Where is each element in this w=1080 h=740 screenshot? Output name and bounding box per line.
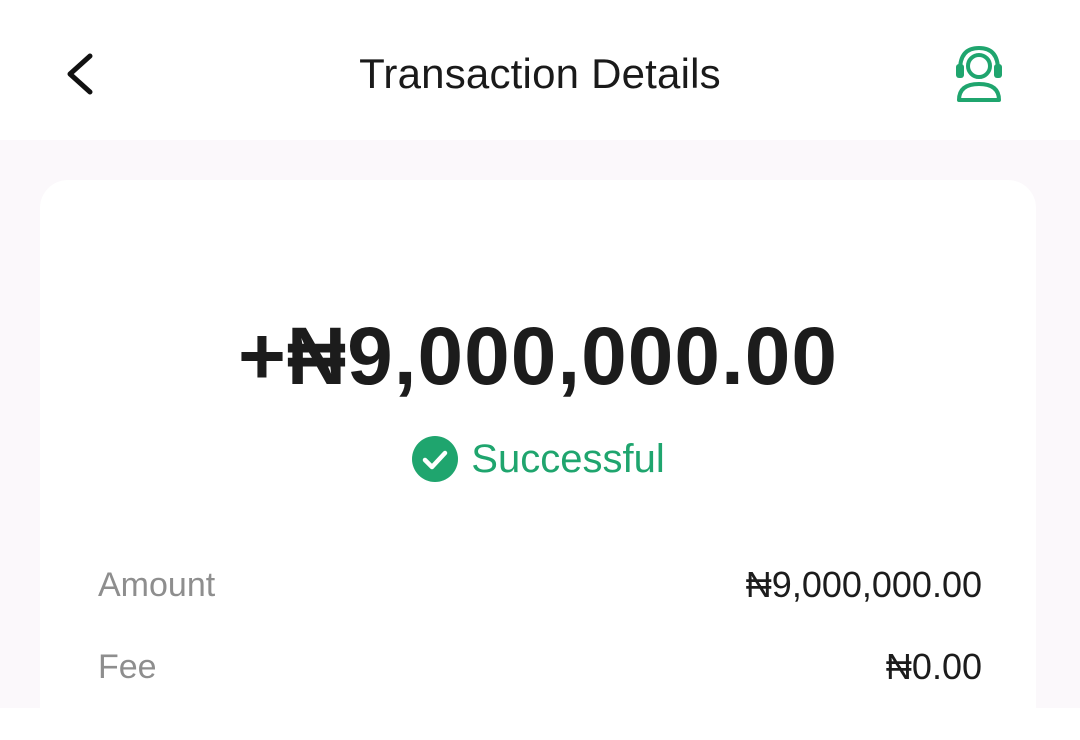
- detail-label: Amount: [98, 565, 216, 604]
- detail-row-amount: Amount ₦9,000,000.00: [98, 564, 982, 606]
- customer-support-button[interactable]: [946, 40, 1012, 106]
- check-circle-icon: [412, 436, 459, 482]
- detail-label: Fee: [98, 647, 157, 686]
- transaction-amount: +₦9,000,000.00: [238, 311, 838, 402]
- status-badge: Successful: [40, 435, 1036, 483]
- detail-row-fee: Fee ₦0.00: [98, 646, 982, 688]
- status-label: Successful: [471, 436, 665, 481]
- detail-value: ₦9,000,000.00: [745, 564, 982, 605]
- customer-support-headset-icon: [956, 45, 1002, 102]
- content-area: +₦9,000,000.00 Successful Amount ₦9,000,…: [0, 140, 1080, 740]
- page-title: Transaction Details: [359, 50, 721, 97]
- transaction-card: +₦9,000,000.00 Successful Amount ₦9,000,…: [40, 180, 1036, 740]
- top-bar: Transaction Details: [0, 0, 1080, 140]
- detail-value: ₦0.00: [885, 646, 982, 687]
